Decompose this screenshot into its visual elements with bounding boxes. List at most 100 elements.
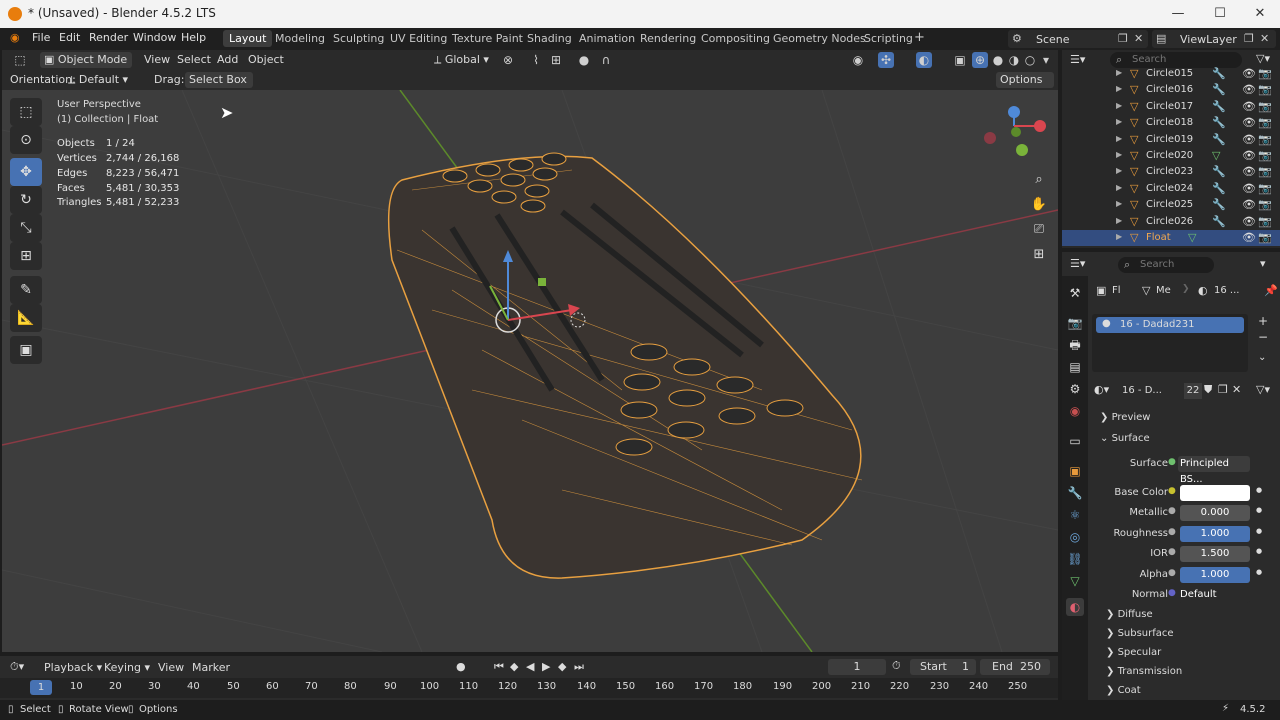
options-dropdown[interactable]: Options ▾ xyxy=(996,72,1054,102)
add-workspace-button[interactable]: + xyxy=(908,28,931,47)
blender-menu-icon[interactable]: ◉ xyxy=(10,31,20,44)
mode-selector[interactable]: ▣ Object Mode ▾ xyxy=(40,52,132,82)
subsurface-section-toggle[interactable]: ❯ Subsurface xyxy=(1106,628,1174,639)
collection-tab-icon[interactable]: ▭ xyxy=(1066,432,1084,450)
menu-help[interactable]: Help xyxy=(181,31,206,44)
pivot-point-icon[interactable]: ⊗ xyxy=(500,52,516,68)
jump-start-icon[interactable]: ⏮ xyxy=(494,660,504,674)
tool-tab-icon[interactable]: ⚒ xyxy=(1066,284,1084,302)
material-browse-icon[interactable]: ◐▾ xyxy=(1094,383,1109,396)
ior-field[interactable]: 1.500 xyxy=(1180,546,1250,562)
snap-target-icon[interactable]: ⊞ xyxy=(548,52,564,68)
metallic-field[interactable]: 0.000 xyxy=(1180,505,1250,521)
camera-icon[interactable]: 📷 xyxy=(1258,165,1272,178)
snap-toggle-icon[interactable]: ⌇ xyxy=(528,52,544,68)
scene-tab-icon[interactable]: ⚙ xyxy=(1066,380,1084,398)
base-color-swatch[interactable] xyxy=(1180,485,1250,501)
measure-tool-icon[interactable]: 📐 xyxy=(10,304,42,332)
tab-texture-paint[interactable]: Texture Paint xyxy=(446,30,529,47)
tab-rendering[interactable]: Rendering xyxy=(634,30,702,47)
tab-modeling[interactable]: Modeling xyxy=(269,30,331,47)
expand-icon[interactable]: ▶ xyxy=(1116,216,1122,225)
render-tab-icon[interactable]: 📷 xyxy=(1066,314,1084,332)
add-cube-tool-icon[interactable]: ▣ xyxy=(10,336,42,364)
eye-icon[interactable]: 👁 xyxy=(1242,215,1256,228)
end-frame-field[interactable]: End 250 xyxy=(980,659,1050,675)
perspective-toggle-icon[interactable]: ⊞ xyxy=(1027,243,1051,267)
eye-icon[interactable]: 👁 xyxy=(1242,67,1256,80)
rendered-shading-icon[interactable]: ○ xyxy=(1022,52,1038,68)
transform-tool-icon[interactable]: ⊞ xyxy=(10,242,42,270)
minimize-button[interactable]: — xyxy=(1168,4,1188,24)
expand-icon[interactable]: ▶ xyxy=(1116,199,1122,208)
duplicate-material-icon[interactable]: ❐ xyxy=(1218,383,1228,396)
world-tab-icon[interactable]: ◉ xyxy=(1066,402,1084,420)
keyframe-dot-icon[interactable]: ● xyxy=(1256,506,1262,514)
xray-toggle-icon[interactable]: ▣ xyxy=(952,52,968,68)
camera-icon[interactable]: 📷 xyxy=(1258,83,1272,96)
alpha-field[interactable]: 1.000 xyxy=(1180,567,1250,583)
slot-specials-icon[interactable]: ⌄ xyxy=(1258,352,1266,363)
new-scene-icon[interactable]: ❐ xyxy=(1118,32,1128,45)
material-tab-icon[interactable]: ◐ xyxy=(1066,598,1084,616)
viewport-menu-add[interactable]: Add xyxy=(213,52,242,68)
drag-selector[interactable]: Select Box ▾ xyxy=(185,72,253,102)
menu-window[interactable]: Window xyxy=(133,31,176,44)
eye-icon[interactable]: 👁 xyxy=(1242,149,1256,162)
material-shading-icon[interactable]: ◑ xyxy=(1006,52,1022,68)
camera-icon[interactable]: 📷 xyxy=(1258,215,1272,228)
camera-icon[interactable]: 📷 xyxy=(1258,198,1272,211)
keyframe-dot-icon[interactable]: ● xyxy=(1256,568,1262,576)
wireframe-shading-icon[interactable]: ⊕ xyxy=(972,52,988,68)
menu-render[interactable]: Render xyxy=(89,31,128,44)
visibility-icon[interactable]: ◉ xyxy=(850,52,866,68)
timeline-view-menu[interactable]: View xyxy=(158,661,184,674)
output-tab-icon[interactable]: 🖶 xyxy=(1066,336,1084,354)
tab-animation[interactable]: Animation xyxy=(573,30,641,47)
camera-icon[interactable]: 📷 xyxy=(1258,182,1272,195)
expand-icon[interactable]: ▶ xyxy=(1116,134,1122,143)
material-slot-item[interactable]: ● 16 - Dadad231 xyxy=(1096,317,1244,333)
viewlayer-selector[interactable]: ▤ ViewLayer ❐ ✕ xyxy=(1152,30,1276,48)
particles-tab-icon[interactable]: ⚛ xyxy=(1066,506,1084,524)
surface-section-toggle[interactable]: ⌄ Surface xyxy=(1100,433,1150,444)
shading-options-icon[interactable]: ▾ xyxy=(1038,52,1054,68)
camera-icon[interactable]: 📷 xyxy=(1258,67,1272,80)
new-viewlayer-icon[interactable]: ❐ xyxy=(1244,32,1254,45)
outliner-row-selected[interactable]: ▶ ▽ Float ▽ 👁 📷 xyxy=(1062,230,1280,247)
outliner-row[interactable]: ▶ ▽ Circle018 🔧 👁 📷 xyxy=(1062,115,1280,131)
remove-slot-button[interactable]: − xyxy=(1258,330,1268,344)
auto-key-icon[interactable]: ● xyxy=(456,660,466,673)
camera-icon[interactable]: 📷 xyxy=(1258,231,1272,244)
tab-layout[interactable]: Layout xyxy=(223,30,273,47)
delete-viewlayer-icon[interactable]: ✕ xyxy=(1260,32,1269,45)
camera-icon[interactable]: 📷 xyxy=(1258,100,1272,113)
object-tab-icon[interactable]: ▣ xyxy=(1066,462,1084,480)
expand-icon[interactable]: ▶ xyxy=(1116,84,1122,93)
expand-icon[interactable]: ▶ xyxy=(1116,183,1122,192)
marker-menu[interactable]: Marker xyxy=(192,661,230,674)
outliner-row[interactable]: ▶ ▽ Circle016 🔧 👁 📷 xyxy=(1062,82,1280,98)
viewport-menu-select[interactable]: Select xyxy=(173,52,215,68)
add-slot-button[interactable]: + xyxy=(1258,314,1268,328)
preview-section-toggle[interactable]: ❯ Preview xyxy=(1100,412,1151,423)
zoom-icon[interactable]: ⌕ xyxy=(1027,168,1051,192)
menu-file[interactable]: File xyxy=(32,31,50,44)
outliner-row[interactable]: ▶ ▽ Circle020 ▽ 👁 📷 xyxy=(1062,148,1280,164)
diffuse-section-toggle[interactable]: ❯ Diffuse xyxy=(1106,609,1153,620)
editor-type-icon[interactable]: ⬚ xyxy=(12,52,28,68)
keyframe-dot-icon[interactable]: ● xyxy=(1256,547,1262,555)
camera-icon[interactable]: 📷 xyxy=(1258,149,1272,162)
rotate-tool-icon[interactable]: ↻ xyxy=(10,186,42,214)
outliner-row[interactable]: ▶ ▽ Circle026 🔧 👁 📷 xyxy=(1062,214,1280,230)
camera-icon[interactable]: 📷 xyxy=(1258,116,1272,129)
constraints-tab-icon[interactable]: ⛓ xyxy=(1066,550,1084,568)
viewport-menu-object[interactable]: Object xyxy=(244,52,288,68)
current-frame-field[interactable]: 1 xyxy=(828,659,886,675)
menu-edit[interactable]: Edit xyxy=(59,31,80,44)
outliner-row[interactable]: ▶ ▽ Circle025 🔧 👁 📷 xyxy=(1062,197,1280,213)
expand-icon[interactable]: ▶ xyxy=(1116,150,1122,159)
eye-icon[interactable]: 👁 xyxy=(1242,100,1256,113)
eye-icon[interactable]: 👁 xyxy=(1242,83,1256,96)
expand-icon[interactable]: ▶ xyxy=(1116,232,1122,241)
